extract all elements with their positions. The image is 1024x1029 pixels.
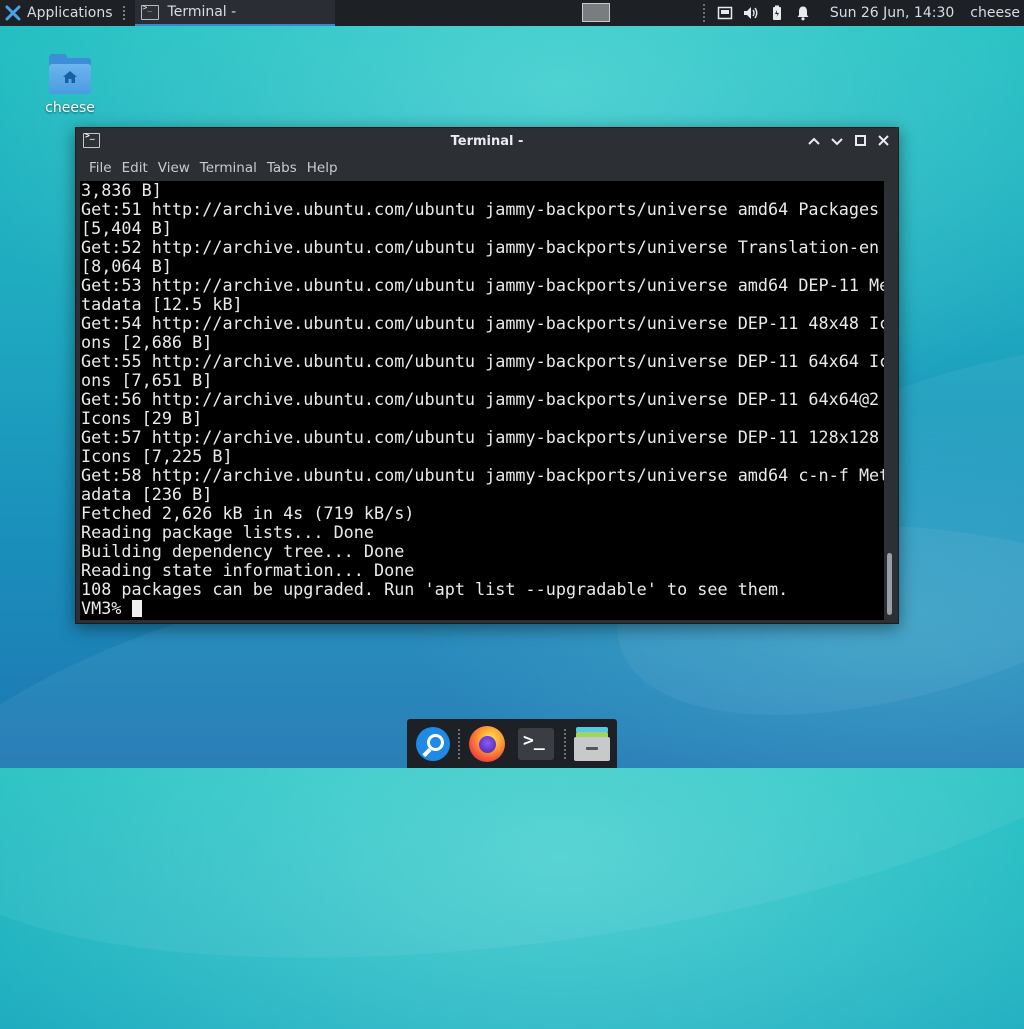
taskbar-item-terminal[interactable]: Terminal -: [134, 0, 335, 26]
minimize-button[interactable]: [828, 133, 846, 151]
terminal-line: Get:53 http://archive.ubuntu.com/ubuntu …: [81, 275, 884, 295]
terminal-cursor: [131, 600, 142, 617]
terminal-icon: [140, 3, 159, 20]
terminal-prompt-line[interactable]: VM3%: [80, 599, 884, 618]
terminal-scrollbar[interactable]: [884, 181, 895, 620]
terminal-line: Get:55 http://archive.ubuntu.com/ubuntu …: [81, 351, 884, 371]
notifications-bell-icon[interactable]: [795, 5, 811, 21]
volume-icon[interactable]: [743, 5, 759, 21]
menu-edit[interactable]: Edit: [122, 160, 148, 176]
maximize-button[interactable]: [851, 133, 869, 151]
terminal-line: tadata [12.5 kB]: [81, 294, 243, 314]
system-tray: Sun 26 Jun, 14:30 cheese: [702, 0, 1024, 26]
terminal-line: 3,836 B]: [81, 181, 162, 200]
terminal-line: Get:58 http://archive.ubuntu.com/ubuntu …: [81, 465, 884, 485]
desktop-home-folder[interactable]: cheese: [40, 54, 100, 116]
menubar: File Edit View Terminal Tabs Help: [76, 156, 898, 180]
dock-separator: [564, 729, 567, 759]
terminal-line: ons [2,686 B]: [81, 332, 213, 352]
terminal-line: Reading package lists... Done: [81, 522, 374, 542]
terminal-line: Icons [7,225 B]: [81, 446, 233, 466]
menu-view[interactable]: View: [158, 160, 190, 176]
terminal-icon[interactable]: [518, 725, 556, 763]
menu-tabs[interactable]: Tabs: [267, 160, 297, 176]
top-panel: Applications Terminal - Sun 26 Jun, 14:3…: [0, 0, 1024, 26]
terminal-line: [5,404 B]: [81, 218, 172, 238]
window-titlebar[interactable]: Terminal -: [76, 128, 898, 156]
terminal-line: Get:54 http://archive.ubuntu.com/ubuntu …: [81, 313, 884, 333]
terminal-line: Get:52 http://archive.ubuntu.com/ubuntu …: [81, 237, 880, 257]
close-button[interactable]: [874, 133, 892, 151]
shade-button[interactable]: [805, 133, 823, 151]
battery-icon[interactable]: [769, 5, 785, 21]
terminal-window: Terminal - File Edit View Terminal Tabs …: [75, 127, 899, 624]
search-icon[interactable]: [414, 725, 452, 763]
workspace-switcher[interactable]: [582, 3, 610, 22]
bottom-dock: [407, 719, 617, 768]
taskbar-item-label: Terminal -: [167, 4, 237, 20]
dock-separator: [458, 729, 461, 759]
file-manager-icon[interactable]: [573, 725, 611, 763]
menu-file[interactable]: File: [89, 160, 112, 176]
terminal-line: adata [236 B]: [81, 484, 213, 504]
terminal-line: 108 packages can be upgraded. Run 'apt l…: [81, 579, 789, 599]
scrollbar-thumb[interactable]: [887, 553, 892, 615]
terminal-line: Get:51 http://archive.ubuntu.com/ubuntu …: [81, 199, 880, 219]
terminal-line: Get:56 http://archive.ubuntu.com/ubuntu …: [81, 389, 880, 409]
desktop-icon-label: cheese: [45, 100, 95, 116]
firefox-icon[interactable]: [468, 725, 506, 763]
terminal-output[interactable]: 3,836 B] Get:51 http://archive.ubuntu.co…: [80, 181, 884, 620]
window-controls: [800, 133, 892, 151]
user-menu[interactable]: cheese: [970, 5, 1020, 21]
panel-separator: [702, 4, 706, 22]
terminal-line: Building dependency tree... Done: [81, 541, 405, 561]
applications-label: Applications: [27, 5, 113, 21]
panel-separator: [122, 6, 133, 20]
window-title: Terminal -: [450, 134, 524, 149]
network-icon[interactable]: [717, 5, 733, 21]
clock[interactable]: Sun 26 Jun, 14:30: [830, 5, 954, 21]
terminal-line: Icons [29 B]: [81, 408, 203, 428]
terminal-prompt: VM3%: [81, 598, 132, 618]
xfce-logo-icon: [5, 5, 21, 21]
terminal-line: Fetched 2,626 kB in 4s (719 kB/s): [81, 503, 415, 523]
menu-help[interactable]: Help: [307, 160, 338, 176]
applications-menu-button[interactable]: Applications: [0, 0, 119, 26]
terminal-line: ons [7,651 B]: [81, 370, 213, 390]
terminal-line: Reading state information... Done: [81, 560, 415, 580]
terminal-line: [8,064 B]: [81, 256, 172, 276]
terminal-line: Get:57 http://archive.ubuntu.com/ubuntu …: [81, 427, 880, 447]
home-folder-icon: [49, 54, 91, 94]
menu-terminal[interactable]: Terminal: [200, 160, 257, 176]
